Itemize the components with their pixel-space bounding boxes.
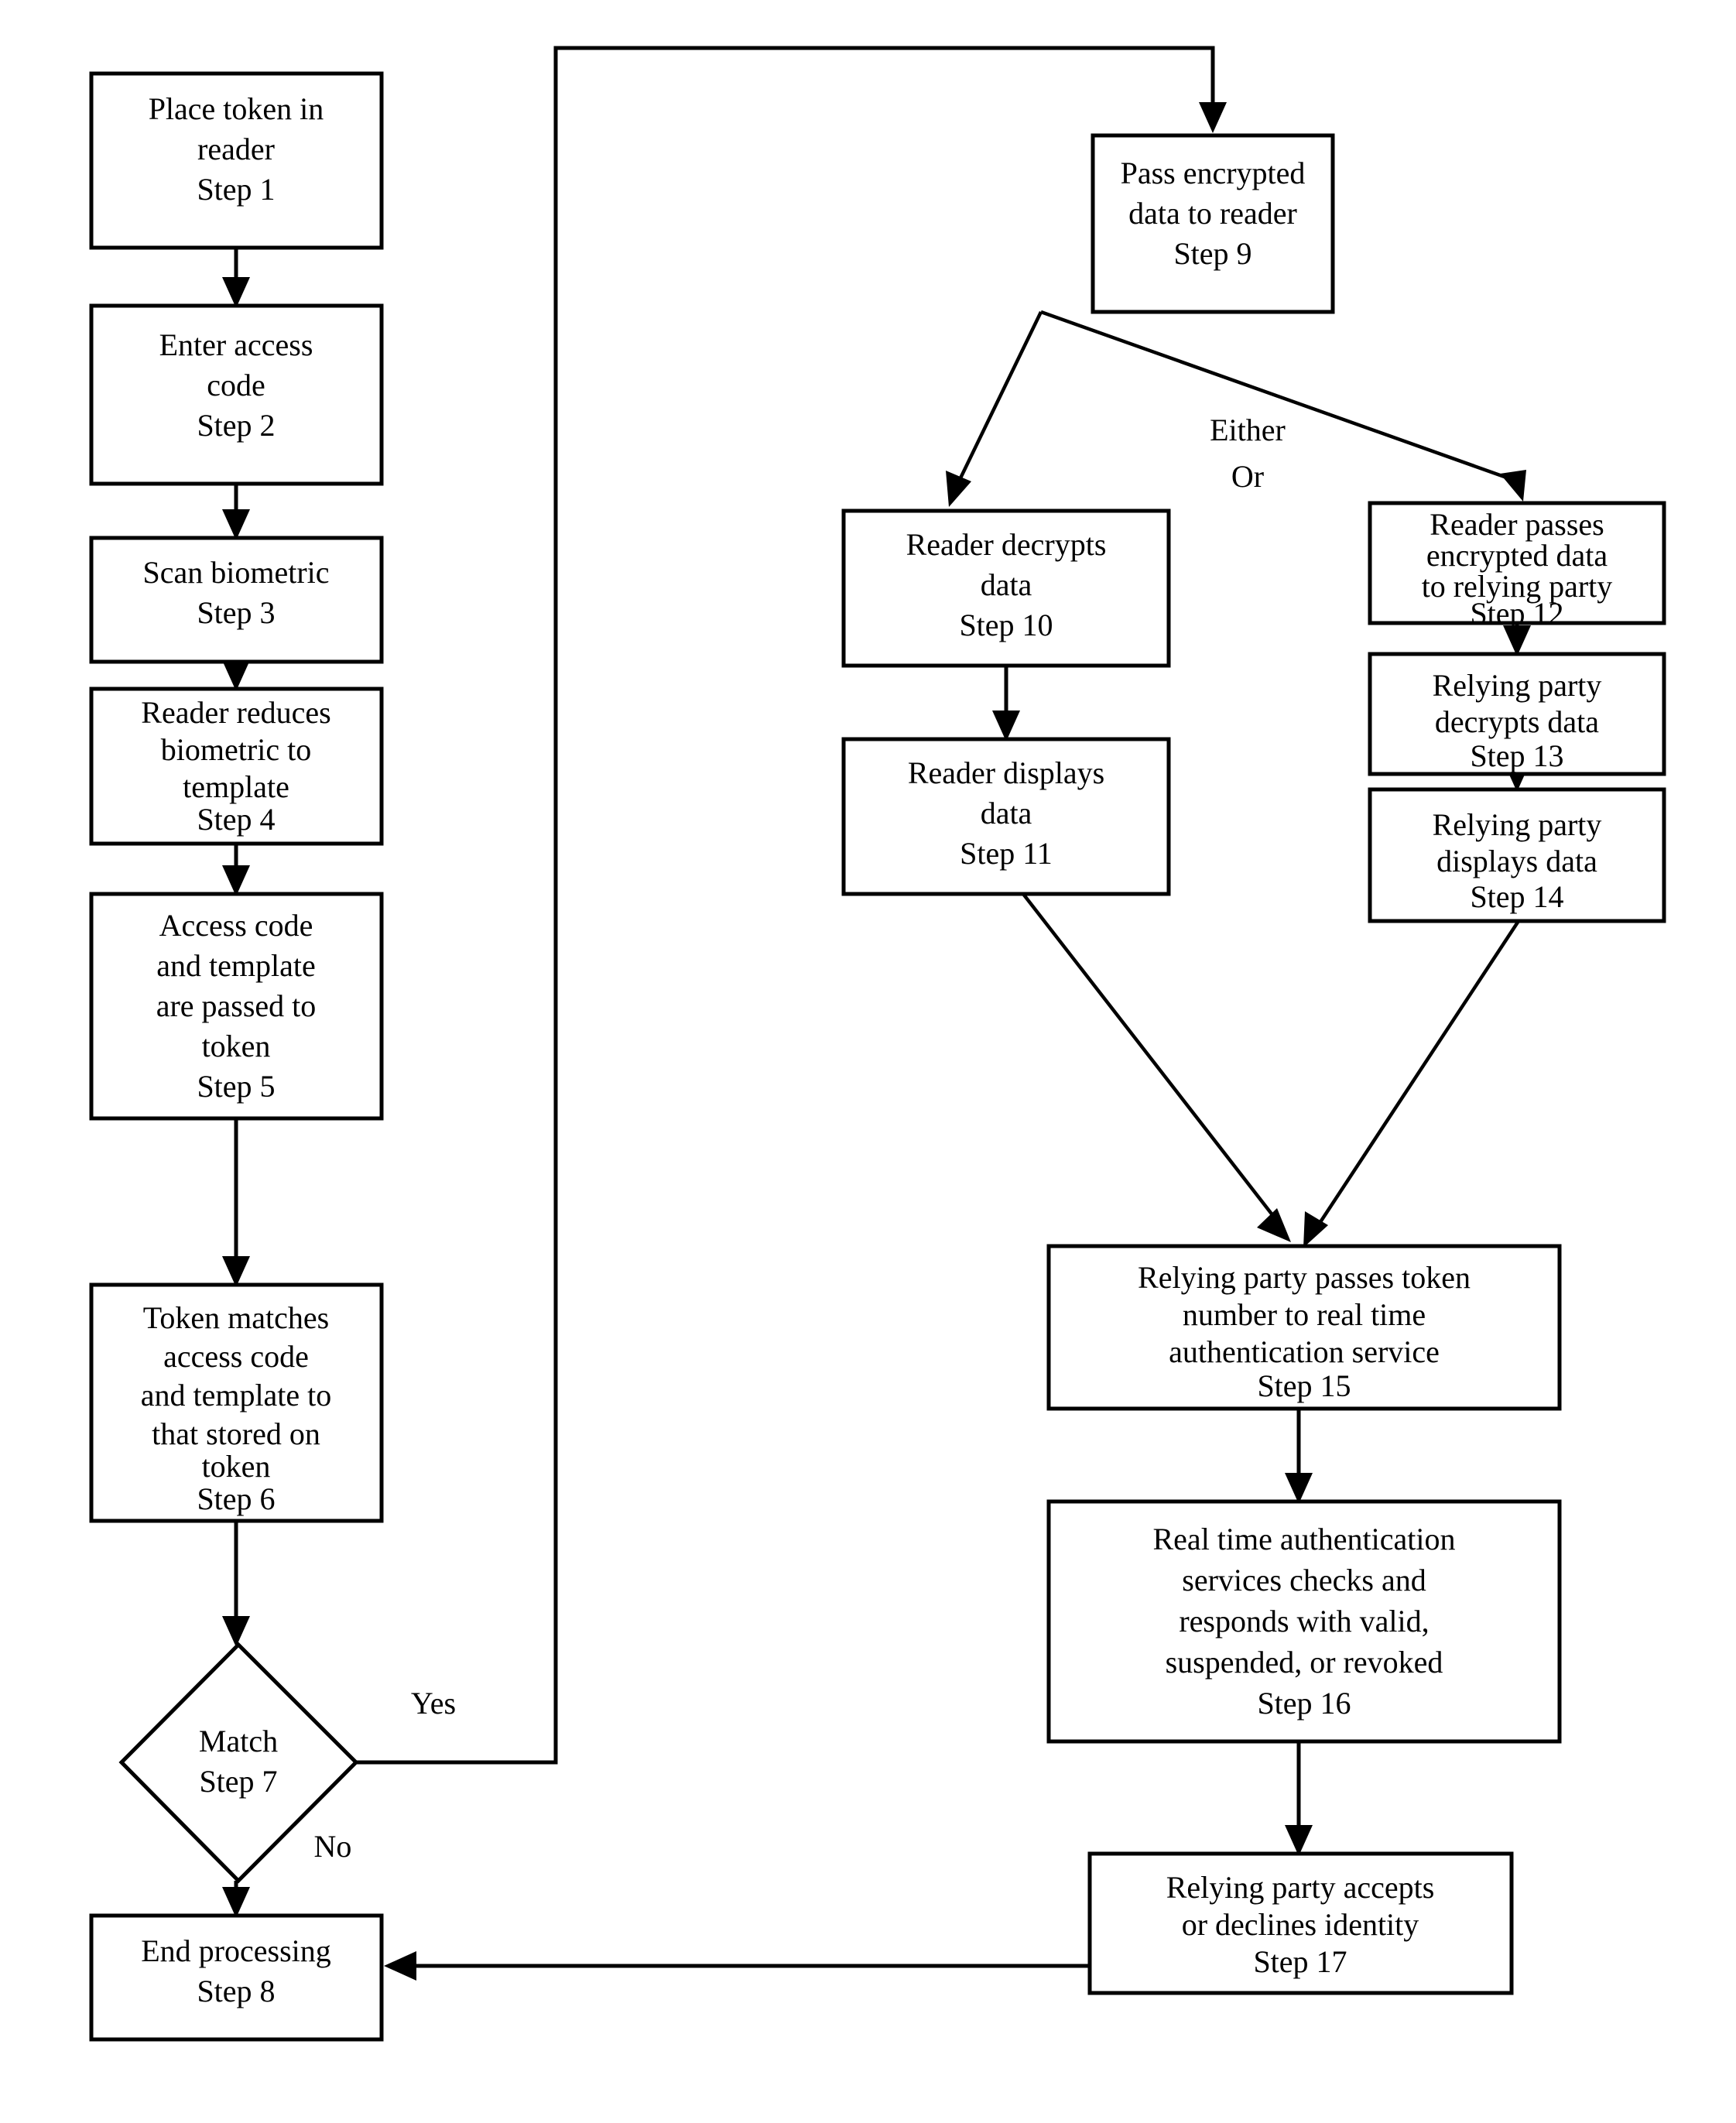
node-step4-line-0: Reader reduces	[141, 695, 330, 730]
flowchart-canvas: Place token in reader Step 1 Enter acces…	[89, 46, 1666, 2042]
node-step11[interactable]: Reader displays data Step 11	[841, 737, 1171, 896]
node-step2-line-2: Step 2	[197, 408, 275, 443]
node-step16-line-0: Real time authentication	[1153, 1522, 1456, 1556]
node-step13-line-1: decrypts data	[1435, 704, 1599, 739]
edge-step16-step17	[1285, 1741, 1313, 1856]
node-step6-line-3: that stored on	[152, 1416, 320, 1451]
node-step14-line-1: displays data	[1436, 844, 1597, 878]
node-step2-line-0: Enter access	[159, 327, 313, 362]
node-step12-line-3: Step 12	[1470, 596, 1563, 631]
node-step10[interactable]: Reader decrypts data Step 10	[841, 508, 1171, 668]
node-step13-line-0: Relying party	[1433, 668, 1602, 703]
node-step7-line-0: Match	[199, 1724, 278, 1758]
edge-step1-step2	[222, 248, 250, 308]
node-step15-line-0: Relying party passes token	[1138, 1260, 1471, 1295]
node-step15-line-2: authentication service	[1169, 1334, 1440, 1369]
node-step3[interactable]: Scan biometric Step 3	[89, 536, 384, 664]
flowchart-page: Place token in reader Step 1 Enter acces…	[0, 0, 1736, 2123]
edge-step5-step6	[222, 1118, 250, 1287]
node-step1-line-1: reader	[197, 132, 275, 166]
edge-step14-step15	[1303, 919, 1520, 1248]
node-step1-line-2: Step 1	[197, 172, 275, 207]
node-step11-line-0: Reader displays	[908, 755, 1104, 790]
node-step4[interactable]: Reader reduces biometric to template Ste…	[89, 687, 384, 846]
edge-label-no: No	[314, 1829, 352, 1864]
node-step14-line-2: Step 14	[1470, 879, 1563, 914]
node-step4-line-2: template	[183, 769, 289, 804]
edge-step9-step12	[1040, 310, 1526, 502]
node-step6[interactable]: Token matches access code and template t…	[89, 1282, 384, 1523]
edge-step3-step4	[222, 660, 250, 691]
node-step15[interactable]: Relying party passes token number to rea…	[1046, 1244, 1562, 1411]
node-step7-line-1: Step 7	[199, 1764, 277, 1799]
node-step6-line-4: token	[202, 1449, 271, 1484]
node-step15-line-3: Step 15	[1257, 1368, 1351, 1403]
node-step8-line-1: Step 8	[197, 1974, 275, 2008]
node-step10-line-1: data	[981, 567, 1032, 602]
node-step14-line-0: Relying party	[1433, 807, 1602, 842]
node-step8[interactable]: End processing Step 8	[89, 1913, 384, 2042]
node-step14[interactable]: Relying party displays data Step 14	[1368, 787, 1666, 923]
node-step4-line-1: biometric to	[161, 732, 311, 767]
edge-step17-step8	[384, 1951, 1090, 1981]
node-step6-line-1: access code	[163, 1339, 309, 1374]
node-step16[interactable]: Real time authentication services checks…	[1046, 1499, 1562, 1744]
edge-label-yes: Yes	[411, 1686, 456, 1721]
node-step17-line-1: or declines identity	[1182, 1907, 1419, 1942]
node-step9-line-0: Pass encrypted	[1121, 156, 1306, 190]
edge-step6-step7	[222, 1521, 250, 1647]
node-step5-line-4: Step 5	[197, 1069, 275, 1104]
node-step2[interactable]: Enter access code Step 2	[89, 303, 384, 486]
node-step16-line-4: Step 16	[1257, 1686, 1351, 1721]
node-step3-line-1: Step 3	[197, 595, 275, 630]
node-step5[interactable]: Access code and template are passed to t…	[89, 892, 384, 1121]
edge-step2-step3	[222, 484, 250, 540]
node-step3-line-0: Scan biometric	[142, 555, 329, 590]
node-step9-line-2: Step 9	[1173, 236, 1251, 271]
node-step15-line-1: number to real time	[1183, 1297, 1426, 1332]
edge-step4-step5	[222, 844, 250, 896]
node-step11-line-1: data	[981, 796, 1032, 830]
node-step17[interactable]: Relying party accepts or declines identi…	[1087, 1851, 1514, 1995]
edge-step11-step15	[1022, 892, 1291, 1242]
node-step16-line-3: suspended, or revoked	[1166, 1645, 1443, 1680]
node-step5-line-0: Access code	[159, 908, 313, 943]
node-step4-line-3: Step 4	[197, 802, 275, 837]
edge-step15-step16	[1285, 1409, 1313, 1504]
node-step8-line-0: End processing	[141, 1933, 331, 1968]
node-step1-line-0: Place token in	[149, 91, 324, 126]
edge-step9-step10	[946, 311, 1043, 507]
node-step16-line-2: responds with valid,	[1179, 1604, 1429, 1638]
node-step6-line-2: and template to	[141, 1378, 332, 1412]
node-step13-line-2: Step 13	[1470, 738, 1563, 773]
node-step2-line-1: code	[207, 368, 265, 402]
node-step6-line-0: Token matches	[143, 1300, 329, 1335]
node-step17-line-2: Step 17	[1253, 1944, 1347, 1979]
node-step10-line-2: Step 10	[959, 608, 1053, 642]
node-step10-line-0: Reader decrypts	[906, 527, 1107, 562]
edge-label-or: Or	[1231, 459, 1264, 494]
node-step16-line-1: services checks and	[1182, 1563, 1426, 1597]
node-step12[interactable]: Reader passes encrypted data to relying …	[1368, 501, 1666, 631]
edge-step10-step11	[992, 666, 1020, 741]
node-step13[interactable]: Relying party decrypts data Step 13	[1368, 652, 1666, 776]
node-step12-line-0: Reader passes	[1430, 507, 1604, 542]
node-step5-line-1: and template	[156, 948, 315, 983]
node-step9-line-1: data to reader	[1128, 196, 1297, 231]
node-step6-line-5: Step 6	[197, 1481, 275, 1516]
edge-step7-step8	[222, 1881, 250, 1918]
node-step17-line-0: Relying party accepts	[1166, 1870, 1435, 1905]
node-step12-line-1: encrypted data	[1426, 538, 1608, 573]
node-step9[interactable]: Pass encrypted data to reader Step 9	[1091, 133, 1335, 314]
node-step1[interactable]: Place token in reader Step 1	[89, 71, 384, 250]
node-step5-line-3: token	[202, 1029, 271, 1063]
edge-label-either: Either	[1210, 413, 1286, 447]
node-step5-line-2: are passed to	[156, 988, 317, 1023]
node-step11-line-2: Step 11	[960, 836, 1053, 871]
